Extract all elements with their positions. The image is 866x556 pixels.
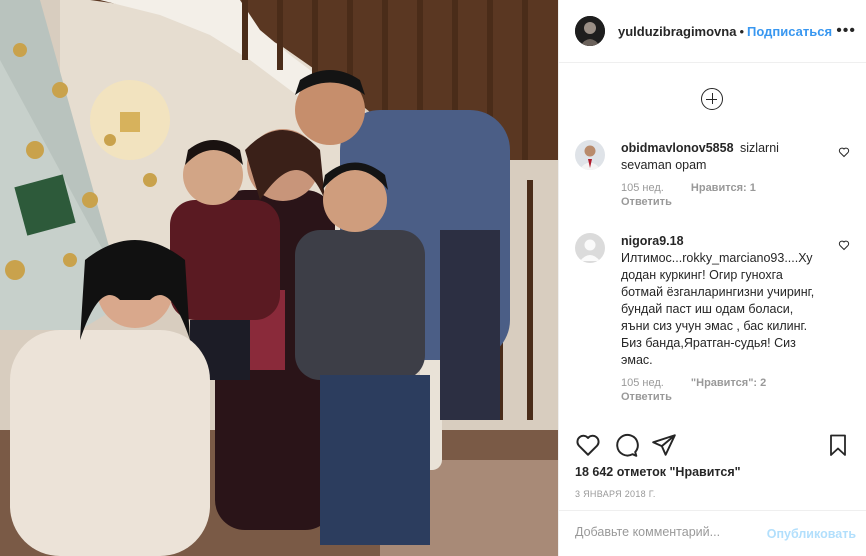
- comment-bubble-icon[interactable]: [613, 432, 639, 458]
- comment-meta: 105 нед. Нравится: 1: [621, 181, 824, 195]
- comment-username[interactable]: obidmavlonov5858: [621, 141, 734, 155]
- bookmark-icon[interactable]: [826, 432, 850, 458]
- small-heart-icon[interactable]: [838, 146, 850, 158]
- reply-button[interactable]: Ответить: [621, 195, 824, 209]
- commenter-avatar[interactable]: [575, 233, 605, 263]
- plus-circle-icon[interactable]: [701, 88, 723, 110]
- publish-button[interactable]: Опубликовать: [767, 527, 856, 541]
- comment-likes-count[interactable]: Нравится: 1: [691, 182, 756, 194]
- commenter-avatar[interactable]: [575, 140, 605, 170]
- more-options-icon[interactable]: •••: [836, 22, 856, 40]
- small-heart-icon[interactable]: [838, 239, 850, 251]
- comment-username[interactable]: nigora9.18: [621, 234, 684, 248]
- reply-button[interactable]: Ответить: [621, 390, 824, 404]
- comment-age[interactable]: 105 нед.: [621, 377, 664, 389]
- header-separator: •: [739, 23, 745, 39]
- post-photo[interactable]: [0, 0, 558, 556]
- paper-plane-icon[interactable]: [651, 432, 677, 458]
- family-photo-illustration: [0, 0, 558, 556]
- add-comment-bar: Опубликовать: [559, 510, 866, 556]
- comment-text: Илтимос...rokky_marciano93....Ху додан к…: [621, 251, 815, 367]
- comment-likes-count[interactable]: "Нравится": 2: [691, 377, 766, 389]
- likes-count[interactable]: 18 642 отметок "Нравится": [575, 465, 741, 479]
- post-actions: [575, 428, 850, 464]
- heart-icon[interactable]: [575, 432, 601, 458]
- comments-list[interactable]: obidmavlonov5858 sizlarni sevaman opam 1…: [559, 64, 866, 424]
- comment-meta: 105 нед. "Нравится": 2: [621, 376, 824, 390]
- comment-age[interactable]: 105 нед.: [621, 182, 664, 194]
- author-avatar[interactable]: [575, 16, 605, 46]
- comment-item: nigora9.18 Илтимос...rokky_marciano93...…: [575, 233, 850, 403]
- author-username[interactable]: yulduzibragimovna: [618, 24, 736, 39]
- post-date[interactable]: 3 января 2018 г.: [575, 489, 656, 499]
- follow-button[interactable]: Подписаться: [747, 24, 832, 39]
- comment-item: obidmavlonov5858 sizlarni sevaman opam 1…: [575, 140, 850, 220]
- comment-input[interactable]: [575, 525, 765, 539]
- post-side-panel: yulduzibragimovna • Подписаться ••• obid…: [558, 0, 866, 556]
- post-header: yulduzibragimovna • Подписаться •••: [559, 0, 866, 63]
